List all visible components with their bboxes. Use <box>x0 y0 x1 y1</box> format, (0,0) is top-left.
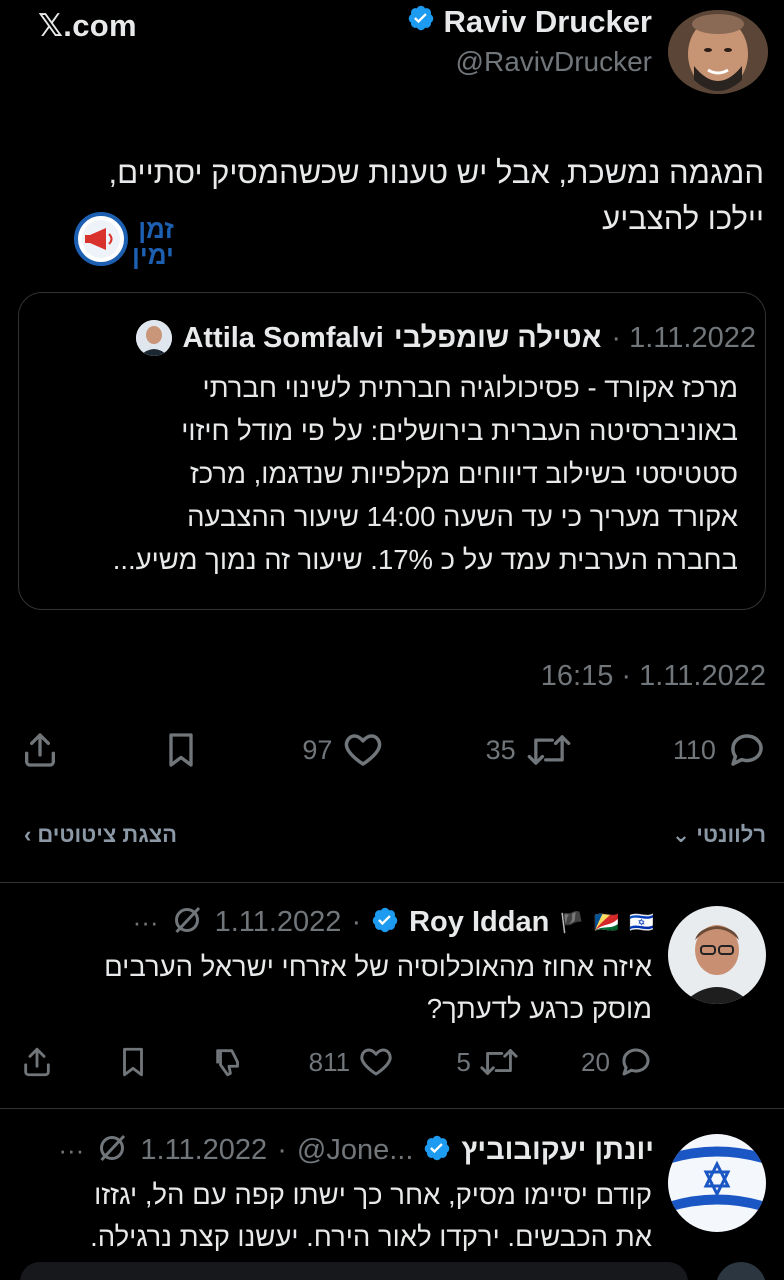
bookmark-button[interactable] <box>116 1045 150 1079</box>
verified-icon <box>407 4 435 40</box>
more-options-icon[interactable]: ··· <box>133 907 159 938</box>
retweet-icon <box>480 1049 518 1075</box>
relevance-sort-dropdown[interactable]: ⌄ רלוונטי <box>672 822 766 848</box>
share-button[interactable] <box>20 1045 54 1079</box>
reply-button[interactable]: 110 <box>673 729 768 771</box>
reply-date: 1.11.2022 <box>140 1134 268 1166</box>
reply-date: 1.11.2022 <box>214 906 342 938</box>
reply-header: ··· 1.11.2022 · Roy Iddan 🏴 🇸🇨 🇮🇱 <box>133 902 654 943</box>
england-flag-icon: 🏴 <box>559 912 585 934</box>
more-options-icon[interactable]: ··· <box>58 1135 84 1166</box>
quoted-author-name-hebrew: אטילה שומפלבי <box>393 321 602 354</box>
quoted-author-name-latin: Attila Somfalvi <box>182 321 384 354</box>
divider <box>0 882 784 883</box>
quoted-author-avatar <box>136 320 173 356</box>
verified-icon <box>423 1134 451 1167</box>
share-icon <box>24 1047 50 1077</box>
share-icon <box>25 733 55 767</box>
dislike-button[interactable] <box>212 1045 246 1079</box>
retweet-button[interactable]: 5 <box>456 1044 518 1080</box>
megaphone-clock-icon <box>74 212 128 271</box>
reply-header: ··· 1.11.2022 · @Jone... יונתן יעקובוביץ <box>58 1130 654 1171</box>
quoted-tweet-header: Attila Somfalvi אטילה שומפלבי · 1.11.202… <box>136 320 756 356</box>
quoted-tweet-text: מרכז אקורד - פסיכולוגיה חברתית לשינוי חב… <box>112 372 738 575</box>
chevron-left-icon: ‹ <box>24 822 32 847</box>
tweet-author[interactable]: Raviv Drucker @RavivDrucker <box>407 4 652 78</box>
reply-button[interactable]: 20 <box>581 1044 654 1080</box>
show-quotes-link[interactable]: ‹ הצגת ציטוטים <box>24 822 177 848</box>
heart-icon <box>360 1048 392 1076</box>
tweet-timestamp[interactable]: 16:15 · 1.11.2022 <box>541 660 766 693</box>
quoted-tweet-date: · 1.11.2022 <box>611 321 756 354</box>
grok-icon[interactable] <box>94 1130 130 1171</box>
chevron-down-icon: ⌄ <box>671 822 691 847</box>
author-handle: @RavivDrucker <box>455 46 652 77</box>
like-button[interactable]: 811 <box>309 1044 394 1080</box>
current-user-avatar <box>716 1262 766 1280</box>
reply-author-name[interactable]: יונתן יעקובוביץ <box>461 1134 654 1167</box>
reply-composer-bar[interactable] <box>20 1262 688 1280</box>
bookmark-icon <box>169 733 193 767</box>
retweet-button[interactable]: 35 <box>486 729 572 771</box>
heart-icon <box>345 734 382 766</box>
site-brand[interactable]: 𝕏.com <box>38 8 137 44</box>
reply-actions: 811 5 20 <box>20 1044 654 1080</box>
like-count: 811 <box>308 1046 351 1077</box>
reply-count: 110 <box>672 734 716 765</box>
reply-count: 20 <box>581 1046 610 1077</box>
israel-flag-icon: 🇮🇱 <box>629 912 654 934</box>
thumbs-down-icon <box>216 1049 240 1077</box>
reply-author-name[interactable]: Roy Iddan <box>409 906 549 939</box>
like-button[interactable]: 97 <box>302 729 384 771</box>
reply-avatar[interactable] <box>668 906 766 1004</box>
bookmark-icon <box>123 1047 144 1077</box>
reply-text: איזה אחוז מהאוכלוסיה של אזרחי ישראל הערב… <box>104 951 652 1024</box>
author-name: Raviv Drucker <box>443 4 652 39</box>
like-count: 97 <box>302 734 333 765</box>
reply-text: קודם יסיימו מסיק, אחר כך ישתו קפה עם הל,… <box>90 1179 652 1252</box>
reply-bubble-icon <box>731 734 763 766</box>
grok-icon[interactable] <box>169 902 205 943</box>
reply-handle: @Jone... <box>296 1134 414 1166</box>
tweet-actions: 97 35 110 <box>20 724 768 776</box>
divider <box>0 1108 784 1109</box>
reply-avatar[interactable] <box>668 1134 766 1232</box>
bookmark-button[interactable] <box>161 730 201 770</box>
retweet-count: 5 <box>456 1046 471 1077</box>
reply-bubble-icon <box>622 1048 650 1076</box>
seychelles-flag-icon: 🇸🇨 <box>594 912 620 934</box>
retweet-icon <box>527 735 571 765</box>
replies-filter-row: ‹ הצגת ציטוטים ⌄ רלוונטי <box>24 822 766 848</box>
zman-yamin-badge: זמן ימין <box>74 212 174 271</box>
author-avatar[interactable] <box>668 10 768 94</box>
retweet-count: 35 <box>485 734 516 765</box>
share-button[interactable] <box>20 730 60 770</box>
verified-icon <box>371 906 399 939</box>
